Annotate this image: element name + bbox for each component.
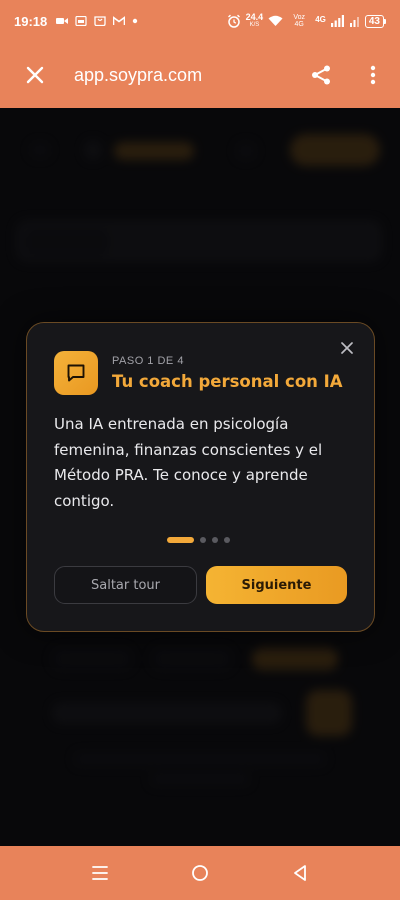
network-type: 4G bbox=[315, 15, 326, 24]
signal-icon-2 bbox=[349, 17, 359, 27]
progress-dot bbox=[224, 537, 230, 543]
battery-tip bbox=[384, 18, 386, 24]
home-button[interactable] bbox=[180, 853, 220, 893]
carrier-label: Voz 4G bbox=[288, 14, 310, 28]
gmail-icon bbox=[113, 16, 126, 25]
url-label[interactable]: app.soypra.com bbox=[70, 65, 296, 86]
video-icon bbox=[56, 18, 69, 24]
close-icon bbox=[26, 66, 44, 84]
back-triangle-icon bbox=[294, 865, 306, 881]
chat-bubble-icon bbox=[67, 364, 85, 382]
battery-indicator: 43 bbox=[364, 14, 386, 28]
wifi-icon bbox=[268, 15, 283, 26]
tour-icon-badge bbox=[54, 351, 98, 395]
net-speed: 24.4 K/S bbox=[246, 13, 264, 29]
more-vertical-icon bbox=[370, 65, 376, 85]
carrier-text: Voz 4G bbox=[293, 14, 306, 28]
progress-dot bbox=[212, 537, 218, 543]
share-button[interactable] bbox=[296, 42, 346, 108]
notification-dot-icon bbox=[133, 18, 138, 24]
tour-step-label: PASO 1 DE 4 bbox=[112, 355, 184, 367]
back-button[interactable] bbox=[280, 853, 320, 893]
progress-dot bbox=[200, 537, 206, 543]
status-left: 19:18 bbox=[14, 14, 138, 29]
net-speed-value: 24.4 bbox=[245, 12, 264, 22]
skip-tour-button[interactable]: Saltar tour bbox=[54, 566, 197, 604]
more-options-button[interactable] bbox=[346, 42, 400, 108]
menu-lines-icon bbox=[92, 866, 108, 880]
status-time: 19:18 bbox=[14, 13, 48, 29]
home-circle-icon bbox=[192, 865, 208, 881]
tour-progress-dots bbox=[167, 537, 230, 543]
next-button[interactable]: Siguiente bbox=[206, 566, 347, 604]
share-icon bbox=[312, 65, 330, 85]
calendar-icon bbox=[75, 16, 87, 26]
progress-dot bbox=[167, 537, 194, 543]
shop-icon bbox=[94, 16, 106, 26]
status-bar: 19:18 24.4 K/S Voz 4G 4G 43 bbox=[0, 0, 400, 42]
close-tab-button[interactable] bbox=[0, 42, 70, 108]
battery-level: 43 bbox=[364, 14, 384, 28]
net-speed-unit: K/S bbox=[249, 22, 260, 28]
tour-titles: PASO 1 DE 4 Tu coach personal con IA bbox=[112, 355, 343, 391]
status-right: 24.4 K/S Voz 4G 4G 43 bbox=[227, 13, 386, 29]
navigation-bar bbox=[0, 846, 400, 900]
alarm-icon bbox=[227, 14, 240, 28]
tour-description: Una IA entrenada en psicología femenina,… bbox=[54, 415, 323, 510]
browser-toolbar: app.soypra.com bbox=[0, 42, 400, 108]
close-icon bbox=[341, 342, 353, 354]
tour-title: Tu coach personal con IA bbox=[112, 372, 343, 391]
recents-button[interactable] bbox=[80, 853, 120, 893]
tour-dialog: PASO 1 DE 4 Tu coach personal con IA Una… bbox=[26, 322, 375, 632]
signal-icon bbox=[330, 15, 344, 27]
tour-header: PASO 1 DE 4 Tu coach personal con IA bbox=[54, 351, 343, 395]
